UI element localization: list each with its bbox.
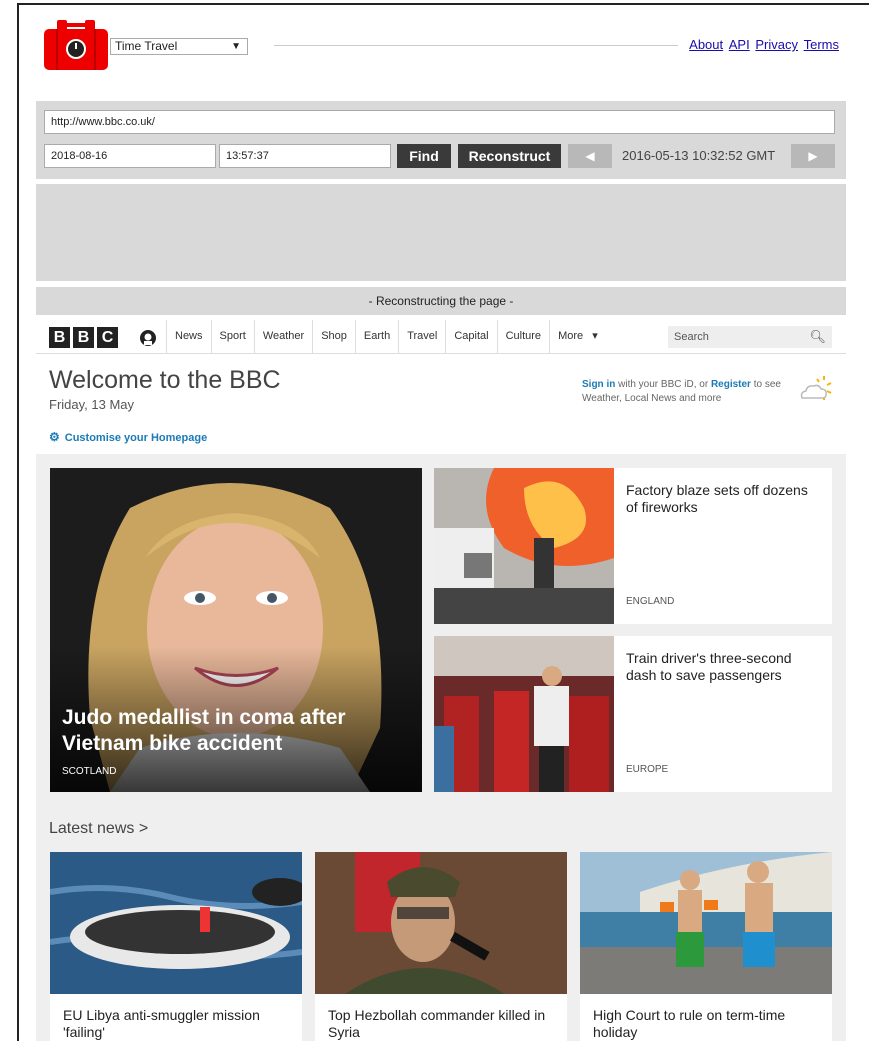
news-card[interactable]: EU Libya anti-smuggler mission 'failing' <box>50 852 302 1041</box>
nav-shop[interactable]: Shop <box>312 320 355 353</box>
bbc-logo-letter-b1: B <box>49 327 70 348</box>
mode-select[interactable]: Time Travel ▼ <box>110 38 248 55</box>
previous-memento-button[interactable]: ◀ <box>568 144 612 168</box>
news-headline[interactable]: High Court to rule on term-time holiday <box>593 1007 821 1041</box>
bbc-logo-letter-c: C <box>97 327 118 348</box>
nav-more[interactable]: More ▾ <box>549 320 606 353</box>
nav-more-label: More <box>558 330 584 342</box>
privacy-link[interactable]: Privacy <box>755 37 798 52</box>
search-input[interactable]: Search 🔍︎ <box>668 326 832 348</box>
news-image <box>580 852 832 994</box>
latest-news-heading[interactable]: Latest news > <box>49 820 148 838</box>
profile-icon[interactable] <box>138 328 158 348</box>
customise-homepage-link[interactable]: ⚙ Customise your Homepage <box>49 430 207 444</box>
mode-select-value: Time Travel <box>115 39 178 53</box>
nav-travel[interactable]: Travel <box>398 320 445 353</box>
about-link[interactable]: About <box>689 37 723 52</box>
news-image <box>50 852 302 994</box>
register-link[interactable]: Register <box>711 379 751 390</box>
dropdown-arrow-icon: ▼ <box>231 41 241 52</box>
news-headline[interactable]: Top Hezbollah commander killed in Syria <box>328 1007 556 1041</box>
story-image <box>434 468 614 624</box>
divider <box>274 45 678 46</box>
nav-items: News Sport Weather Shop Earth Travel Cap… <box>166 320 606 353</box>
nav-news[interactable]: News <box>166 320 211 353</box>
weather-icon <box>800 376 832 400</box>
control-panel: http://www.bbc.co.uk/ 2018-08-16 13:57:3… <box>36 101 846 179</box>
chevron-down-icon: ▾ <box>592 330 598 342</box>
nav-sport[interactable]: Sport <box>210 320 254 353</box>
nav-capital[interactable]: Capital <box>445 320 496 353</box>
next-memento-button[interactable]: ▶ <box>791 144 835 168</box>
story-headline[interactable]: Factory blaze sets off dozens of firewor… <box>626 482 816 516</box>
top-links: About API Privacy Terms <box>687 37 839 52</box>
news-headline[interactable]: EU Libya anti-smuggler mission 'failing' <box>63 1007 291 1041</box>
url-input[interactable]: http://www.bbc.co.uk/ <box>44 110 835 134</box>
story-card[interactable]: Train driver's three-second dash to save… <box>434 636 832 792</box>
story-tag[interactable]: ENGLAND <box>626 596 674 607</box>
hero-tag[interactable]: SCOTLAND <box>62 766 116 777</box>
signin-prompt: Sign in with your BBC iD, or Register to… <box>582 378 792 406</box>
bbc-navbar: B B C News Sport Weather Shop Earth Trav… <box>36 320 846 354</box>
nav-culture[interactable]: Culture <box>496 320 549 353</box>
nav-weather[interactable]: Weather <box>253 320 312 353</box>
customise-label: Customise your Homepage <box>64 432 208 444</box>
find-button[interactable]: Find <box>397 144 451 168</box>
signin-link[interactable]: Sign in <box>582 379 615 390</box>
search-placeholder: Search <box>674 331 709 343</box>
news-image <box>315 852 567 994</box>
bbc-logo-letter-b2: B <box>73 327 94 348</box>
hero-headline[interactable]: Judo medallist in coma after Vietnam bik… <box>62 705 402 757</box>
briefcase-clock-logo[interactable] <box>43 19 109 71</box>
nav-earth[interactable]: Earth <box>354 320 398 353</box>
story-card[interactable]: Factory blaze sets off dozens of firewor… <box>434 468 832 624</box>
story-image <box>434 636 614 792</box>
memento-datetime: 2016-05-13 10:32:52 GMT <box>622 148 776 163</box>
news-card[interactable]: High Court to rule on term-time holiday <box>580 852 832 1041</box>
reconstruct-button[interactable]: Reconstruct <box>458 144 561 168</box>
news-card[interactable]: Top Hezbollah commander killed in Syria <box>315 852 567 1041</box>
page-title: Welcome to the BBC <box>49 366 281 394</box>
terms-link[interactable]: Terms <box>804 37 839 52</box>
search-icon[interactable]: 🔍︎ <box>809 326 826 348</box>
bbc-logo[interactable]: B B C <box>49 327 118 348</box>
story-headline[interactable]: Train driver's three-second dash to save… <box>626 650 816 684</box>
date-input[interactable]: 2018-08-16 <box>44 144 216 168</box>
api-link[interactable]: API <box>729 37 750 52</box>
signin-text: with your BBC iD, or <box>615 379 711 390</box>
status-bar: - Reconstructing the page - <box>36 287 846 315</box>
placeholder-area <box>36 184 846 281</box>
time-input[interactable]: 13:57:37 <box>219 144 391 168</box>
page-date: Friday, 13 May <box>49 397 135 412</box>
story-tag[interactable]: EUROPE <box>626 764 668 775</box>
gear-icon: ⚙ <box>49 430 60 444</box>
